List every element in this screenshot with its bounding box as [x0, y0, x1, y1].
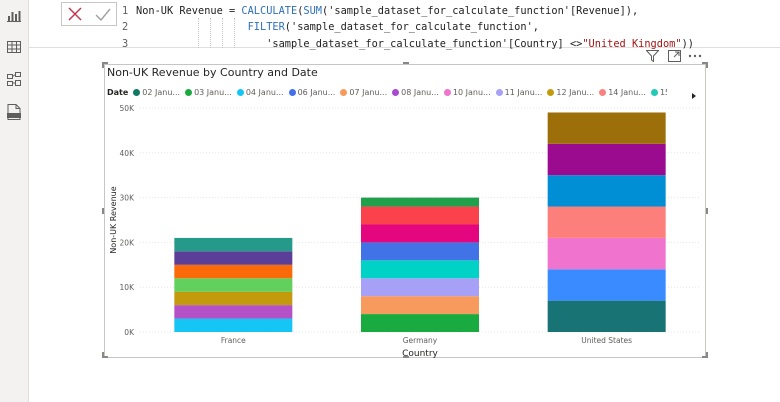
view-rail: [0, 0, 29, 402]
formula-bar: 1 Non-UK Revenue = CALCULATE(SUM('sample_…: [29, 0, 780, 50]
formula-token: [Revenue]),: [569, 5, 639, 17]
line-number: 1: [122, 5, 129, 17]
commit-formula-icon[interactable]: [93, 4, 113, 24]
legend-label: 14 Janu...: [608, 87, 646, 97]
resize-handle[interactable]: [706, 62, 708, 68]
dax-query-view-icon[interactable]: [4, 102, 24, 122]
legend-swatch: [133, 88, 141, 96]
formula-token: FILTER: [247, 21, 285, 34]
legend-label: 08 Janu...: [401, 87, 439, 97]
legend-swatch: [288, 88, 296, 96]
legend-item[interactable]: 11 Janu...: [495, 87, 543, 97]
indent-guide: [210, 18, 211, 48]
legend-item[interactable]: 15 Janu...: [650, 87, 667, 97]
legend-item[interactable]: 03 Janu...: [185, 88, 232, 97]
legend-swatch: [185, 88, 193, 96]
formula-token: "United Kingdom": [582, 37, 682, 50]
power-bi-app: 1 Non-UK Revenue = CALCULATE(SUM('sample_…: [0, 0, 780, 402]
legend-swatch: [650, 88, 658, 96]
legend-swatch: [236, 88, 244, 96]
table-view-icon[interactable]: [4, 37, 24, 57]
report-view-icon[interactable]: [4, 6, 24, 26]
legend-item[interactable]: 10 Janu...: [443, 87, 491, 97]
line-number: 2: [122, 21, 129, 34]
legend-item[interactable]: 12 Janu...: [547, 88, 594, 97]
legend-label: 10 Janu...: [452, 87, 491, 97]
legend-title: Date: [107, 87, 129, 97]
legend-label: 15 Janu...: [659, 87, 667, 97]
formula-token: )): [681, 37, 694, 50]
cancel-formula-icon[interactable]: [65, 4, 85, 24]
legend-label: 04 Janu...: [245, 87, 284, 97]
formula-token: [136, 21, 248, 33]
formula-token: 'sample_dataset_for_calculate_function': [328, 5, 570, 17]
resize-handle[interactable]: [102, 352, 104, 358]
legend-swatch: [599, 88, 607, 96]
indent-guide: [198, 18, 199, 48]
resize-handle[interactable]: [102, 62, 104, 68]
formula-token: SUM: [303, 5, 322, 17]
formula-line: 2 FILTER('sample_dataset_for_calculate_f…: [122, 19, 780, 35]
focus-mode-icon[interactable]: [666, 49, 682, 63]
formula-token: [136, 38, 266, 50]
indent-guide: [222, 18, 223, 48]
line-number: 3: [122, 37, 129, 50]
filter-icon[interactable]: [644, 49, 660, 63]
legend-item[interactable]: 14 Janu...: [599, 88, 646, 97]
legend-label: 11 Janu...: [504, 87, 543, 97]
legend-next-icon[interactable]: [690, 86, 698, 99]
formula-token: Non-UK Revenue =: [136, 5, 242, 17]
legend-item[interactable]: 06 Janu...: [288, 87, 336, 97]
dax-formula-editor[interactable]: 1 Non-UK Revenue = CALCULATE(SUM('sample_…: [122, 3, 780, 52]
legend-item[interactable]: 02 Janu...: [133, 88, 180, 97]
legend-item[interactable]: 07 Janu...: [340, 88, 387, 97]
legend-swatch: [340, 88, 348, 96]
resize-handle[interactable]: [403, 62, 409, 64]
resize-handle[interactable]: [706, 208, 708, 214]
legend-swatch: [495, 88, 503, 96]
legend-label: 02 Janu...: [142, 87, 181, 97]
legend-swatch: [547, 88, 555, 96]
legend-label: 07 Janu...: [349, 87, 388, 97]
more-options-icon[interactable]: [687, 49, 703, 63]
model-view-icon[interactable]: [4, 69, 24, 89]
legend-label: 12 Janu...: [556, 87, 595, 97]
legend-item[interactable]: 08 Janu...: [392, 88, 439, 97]
legend-swatch: [392, 88, 400, 96]
chart-legend: Date 02 Janu... 03 Janu... 04 Janu... 06 Ja…: [107, 86, 667, 98]
resize-handle[interactable]: [706, 352, 708, 358]
legend-item[interactable]: 04 Janu...: [236, 87, 284, 97]
chart-title: Non-UK Revenue by Country and Date: [107, 66, 318, 79]
legend-label: 06 Janu...: [297, 87, 336, 97]
resize-handle[interactable]: [403, 356, 409, 358]
legend-swatch: [443, 88, 451, 96]
formula-token: ('sample_dataset_for_calculate_function'…: [284, 21, 539, 34]
formula-token: CALCULATE: [241, 5, 298, 17]
resize-handle[interactable]: [102, 208, 104, 214]
indent-guide: [234, 18, 235, 48]
legend-label: 03 Janu...: [194, 87, 232, 97]
formula-token: 'sample_dataset_for_calculate_function'[…: [266, 37, 583, 50]
formula-line: 1 Non-UK Revenue = CALCULATE(SUM('sample_…: [122, 3, 780, 19]
chart-visual-frame[interactable]: [104, 64, 706, 358]
